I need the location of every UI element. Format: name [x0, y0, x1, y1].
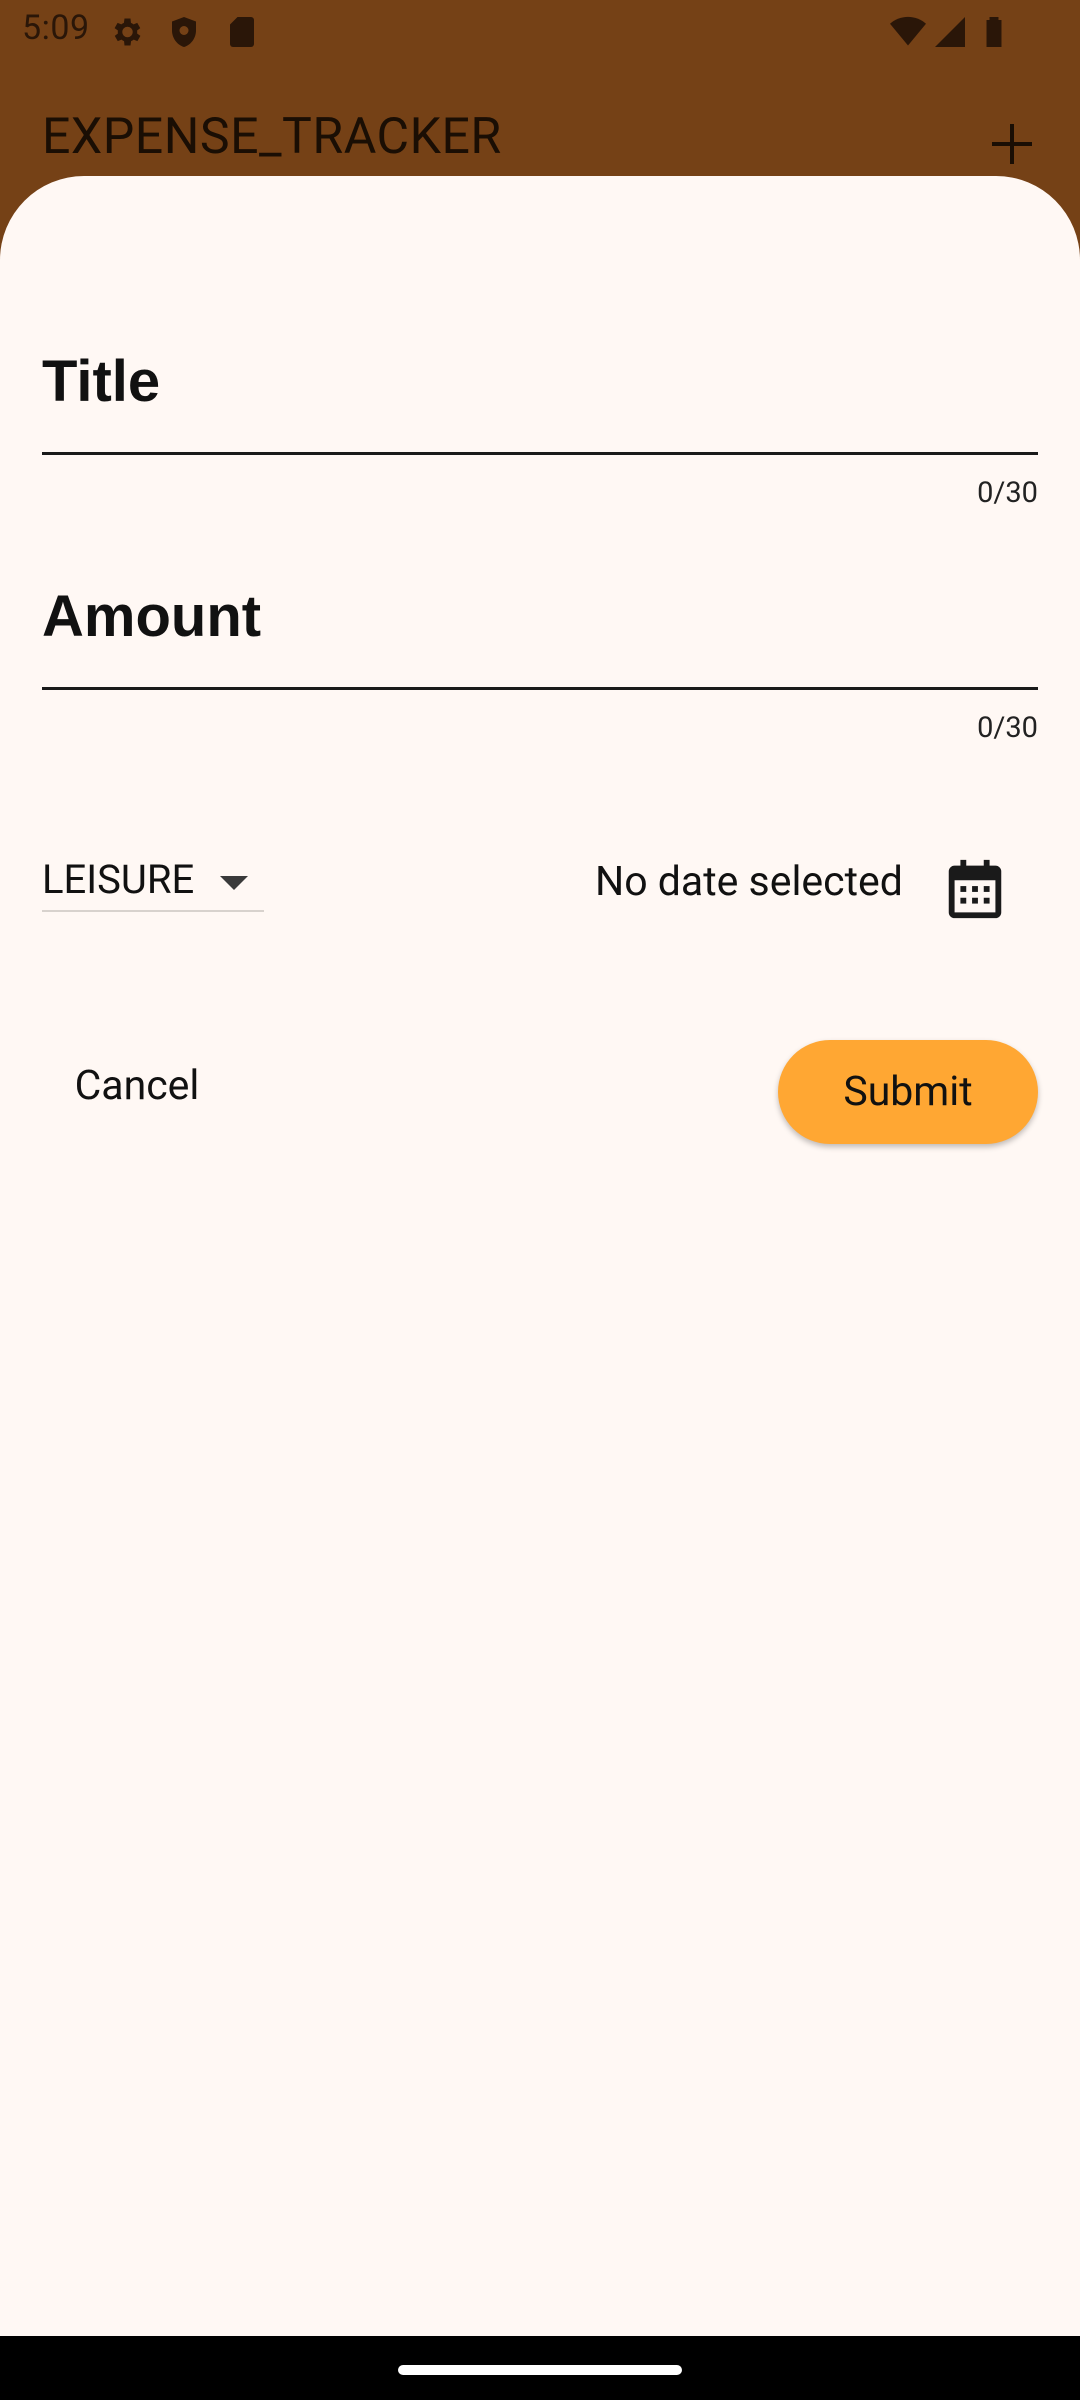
add-expense-sheet: Title 0/30 Amount 0/30 LEISURE No date s… [0, 176, 1080, 2336]
amount-char-counter: 0/30 [977, 711, 1038, 745]
status-time: 5:09 [22, 8, 90, 48]
calendar-icon [948, 859, 1002, 919]
add-expense-button[interactable] [972, 104, 1052, 184]
shield-icon [172, 17, 196, 47]
status-bar: 5:09 [0, 0, 1080, 64]
gear-icon [114, 18, 141, 46]
plus-icon [992, 124, 1032, 164]
navigation-bar [0, 2336, 1080, 2400]
battery-icon [986, 17, 1002, 47]
selected-date-text: No date selected [595, 858, 903, 906]
home-gesture-handle[interactable] [398, 2365, 682, 2375]
title-char-counter: 0/30 [977, 476, 1038, 510]
sd-card-icon [230, 17, 254, 47]
wifi-icon [890, 16, 926, 46]
title-field-label: Title [42, 349, 161, 414]
app-title: EXPENSE_TRACKER [42, 108, 502, 166]
category-selected-value: LEISURE [42, 856, 195, 903]
category-dropdown[interactable]: LEISURE [42, 856, 264, 912]
amount-field[interactable]: Amount 0/30 [42, 561, 1038, 745]
date-picker-button[interactable] [940, 854, 1010, 924]
amount-field-underline [42, 687, 1038, 690]
submit-button[interactable]: Submit [778, 1040, 1038, 1144]
amount-field-label: Amount [42, 584, 262, 649]
signal-icon [935, 17, 965, 47]
title-field-underline [42, 452, 1038, 455]
cancel-button[interactable]: Cancel [42, 1040, 232, 1132]
title-field[interactable]: Title 0/30 [42, 326, 1038, 510]
chevron-down-icon [220, 876, 248, 890]
